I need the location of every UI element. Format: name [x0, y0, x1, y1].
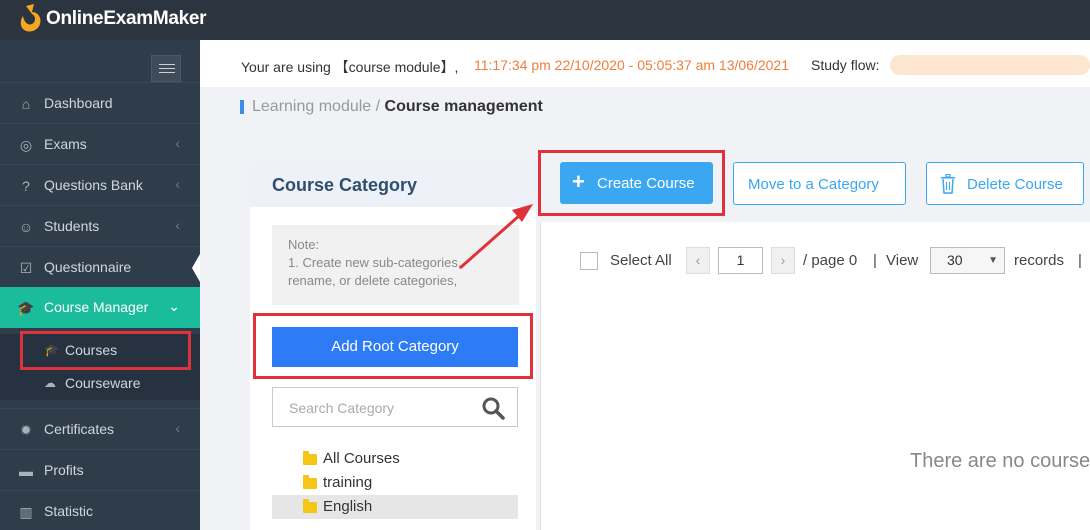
card-icon: ▬ — [19, 463, 33, 479]
chevron-left-icon: ‹ — [175, 176, 180, 192]
tree-item-label: training — [323, 474, 373, 491]
breadcrumb-marker — [240, 100, 244, 114]
sidebar-item-certificates[interactable]: ✹ Certificates ‹ — [0, 408, 200, 449]
badge-icon: ✹ — [20, 422, 32, 438]
select-value: 30 — [947, 252, 963, 268]
delete-course-button[interactable]: Delete Course — [926, 162, 1084, 205]
separator: | — [1078, 252, 1082, 269]
note-title: Note: — [288, 237, 320, 252]
button-label: Move to a Category — [748, 176, 879, 193]
folder-icon — [303, 475, 317, 489]
highlight-box — [538, 150, 725, 216]
tree-item-label: All Courses — [323, 450, 400, 467]
sidebar-item-label: Dashboard — [44, 95, 113, 111]
sidebar-item-label: Profits — [44, 462, 84, 478]
highlight-box — [253, 313, 533, 379]
page-total: / page 0 — [803, 252, 858, 269]
category-title: Course Category — [272, 175, 418, 195]
graduation-cap-icon: 🎓 — [17, 300, 35, 316]
breadcrumb-current: Course management — [384, 98, 543, 115]
view-label: View — [886, 252, 919, 269]
chevron-left-icon: ‹ — [175, 420, 180, 436]
chevron-left-icon: ‹ — [175, 135, 180, 151]
sidebar-item-dashboard[interactable]: ⌂ Dashboard — [0, 82, 200, 123]
folder-icon — [303, 499, 317, 513]
check-circle-icon: ◎ — [19, 137, 33, 153]
logo-icon — [20, 4, 41, 32]
sidebar-item-profits[interactable]: ▬ Profits — [0, 449, 200, 490]
study-flow-bar — [890, 55, 1090, 75]
menu-toggle-icon[interactable] — [151, 55, 181, 82]
sidebar-item-questionnaire[interactable]: ☑ Questionnaire — [0, 246, 200, 287]
sidebar-item-statistic[interactable]: ▥ Statistic — [0, 490, 200, 530]
sidebar-item-label: Statistic — [44, 503, 94, 519]
home-icon: ⌂ — [21, 96, 31, 112]
select-all-label: Select All — [610, 252, 672, 269]
question-circle-icon: ? — [22, 178, 30, 194]
app-name: OnlineExamMaker — [46, 8, 207, 29]
bar-chart-icon: ▥ — [19, 504, 33, 520]
top-bar: OnlineExamMaker — [0, 0, 1090, 40]
sidebar-item-label: Questionnaire — [44, 259, 132, 275]
empty-state-message: There are no courses — [910, 450, 1090, 472]
sidebar: ⌂ Dashboard ◎ Exams ‹ ? Questions Bank ‹… — [0, 40, 200, 530]
tree-item-english[interactable]: English — [272, 495, 518, 519]
study-flow-label: Study flow: — [811, 57, 880, 73]
time-range: 11:17:34 pm 22/10/2020 - 05:05:37 am 13/… — [474, 57, 789, 73]
records-label: records — [1014, 252, 1065, 269]
category-header: Course Category — [250, 162, 536, 207]
tree-item-training[interactable]: training — [272, 471, 518, 495]
trash-icon — [941, 174, 955, 194]
sidebar-item-label: Students — [44, 218, 100, 234]
cloud-upload-icon: ☁ — [44, 376, 56, 390]
sidebar-item-label: Exams — [44, 136, 87, 152]
sidebar-subitem-courseware[interactable]: ☁ Courseware — [0, 367, 200, 400]
separator: | — [873, 252, 877, 269]
note-text: 1. Create new sub-categories, rename, or… — [288, 255, 462, 288]
search-placeholder: Search Category — [289, 400, 395, 416]
note-box: Note: 1. Create new sub-categories, rena… — [272, 225, 519, 305]
select-all-checkbox[interactable] — [580, 252, 598, 270]
folder-icon — [303, 451, 317, 465]
checkbox-icon: ☑ — [19, 260, 33, 276]
module-info: Your are using 【course module】, — [241, 59, 459, 75]
page-number-input[interactable]: 1 — [718, 247, 763, 274]
sidebar-item-label: Courseware — [65, 375, 141, 391]
breadcrumb: Learning module / Course management — [252, 98, 543, 116]
sidebar-item-students[interactable]: ☺ Students ‹ — [0, 205, 200, 246]
move-to-category-button[interactable]: Move to a Category — [733, 162, 906, 205]
chevron-down-icon: ⌄ — [168, 298, 180, 314]
users-icon: ☺ — [18, 219, 34, 235]
tree-item-all-courses[interactable]: All Courses — [272, 447, 518, 471]
sidebar-item-course-manager[interactable]: 🎓 Course Manager ⌄ — [0, 287, 200, 328]
records-per-page-select[interactable]: 30 ▼ — [930, 247, 1005, 274]
prev-page-button[interactable]: ‹ — [686, 247, 710, 274]
button-label: Delete Course — [967, 176, 1063, 193]
tree-item-label: English — [323, 498, 373, 515]
sidebar-item-label: Questions Bank — [44, 177, 143, 193]
chevron-left-icon: ‹ — [175, 217, 180, 233]
dropdown-caret-icon: ▼ — [988, 255, 998, 266]
highlight-box — [20, 331, 191, 370]
sidebar-item-exams[interactable]: ◎ Exams ‹ — [0, 123, 200, 164]
sidebar-item-label: Course Manager — [44, 299, 149, 315]
breadcrumb-parent[interactable]: Learning module / — [252, 98, 380, 115]
search-icon[interactable] — [481, 396, 505, 420]
search-category-input[interactable]: Search Category — [272, 387, 518, 427]
sidebar-item-questions-bank[interactable]: ? Questions Bank ‹ — [0, 164, 200, 205]
info-bar: Your are using 【course module】, 11:17:34… — [200, 40, 1090, 87]
sidebar-item-label: Certificates — [44, 421, 115, 437]
active-indicator — [192, 254, 200, 282]
next-page-button[interactable]: › — [771, 247, 795, 274]
